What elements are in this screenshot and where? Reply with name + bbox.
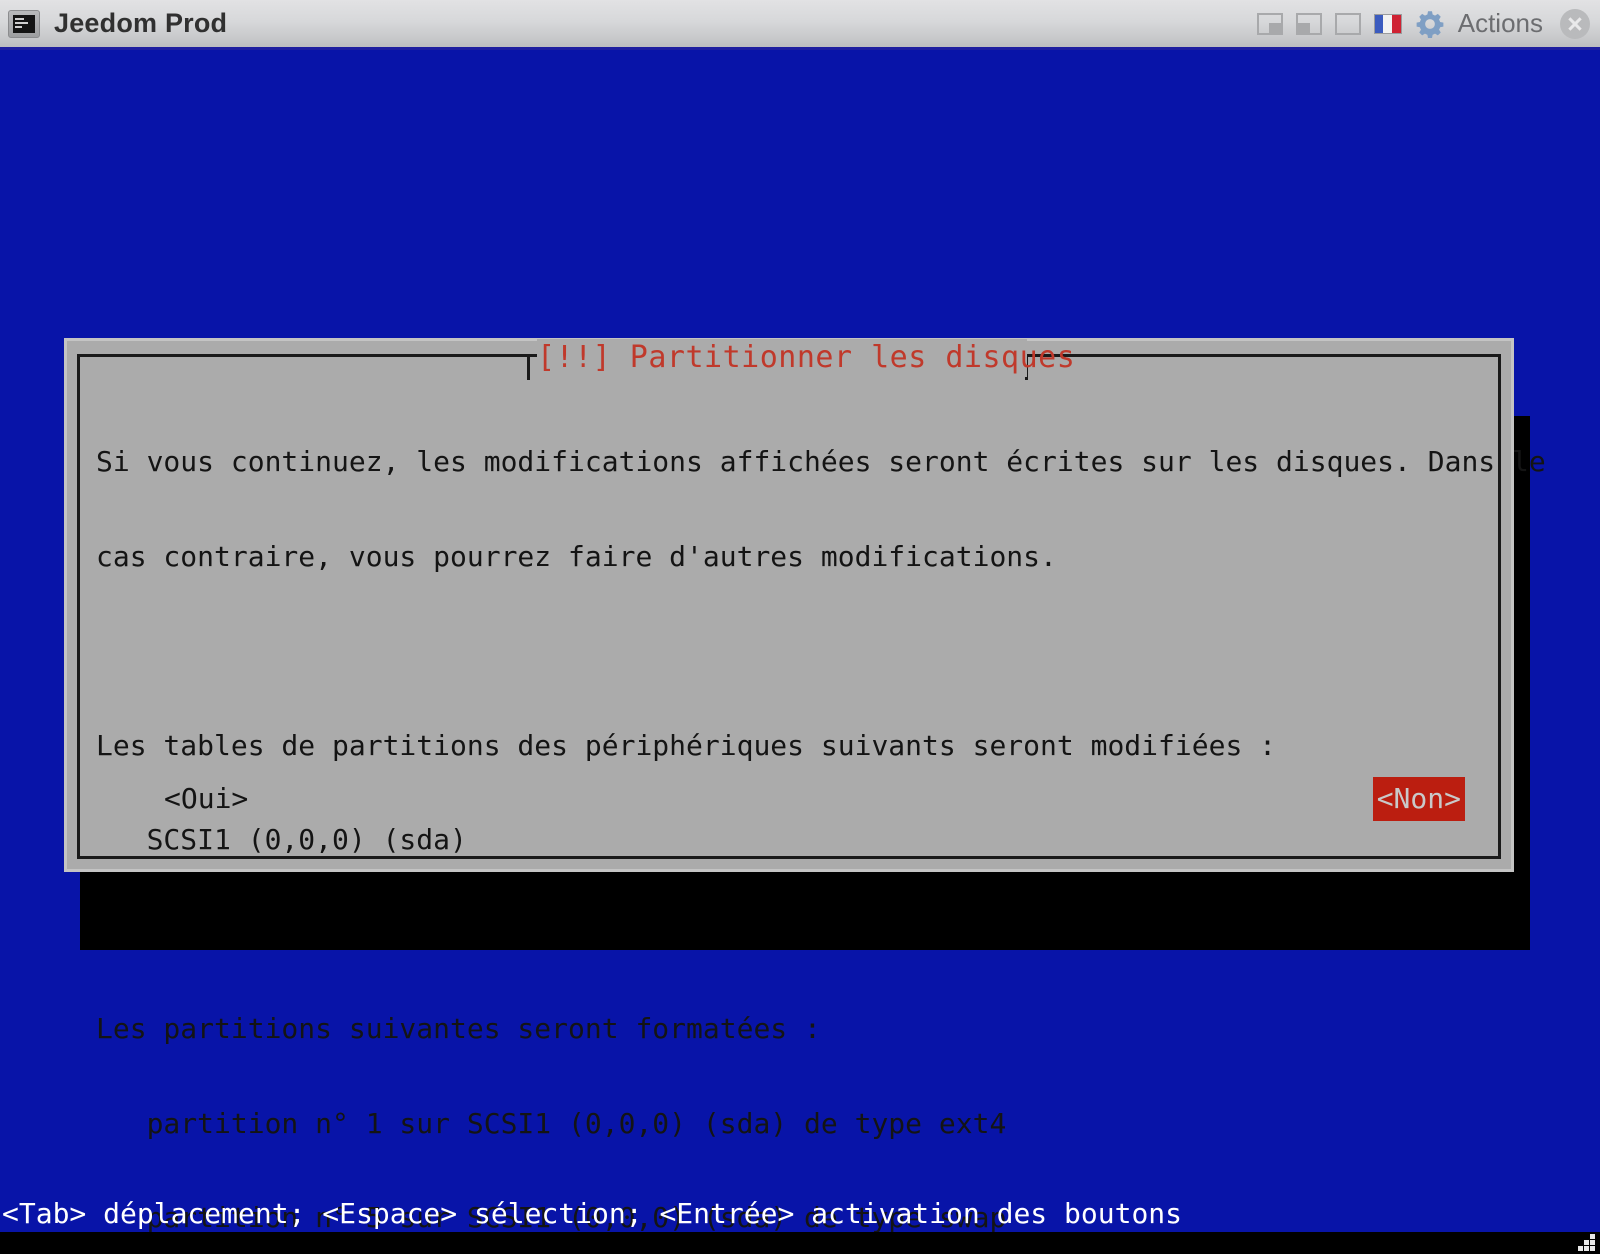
window-title: Jeedom Prod (54, 8, 228, 38)
close-icon[interactable] (1560, 8, 1590, 39)
message-line: Les partitions suivantes seront formatée… (96, 1012, 821, 1045)
remote-console-window: Jeedom Prod Actions [!!] Partitionner le… (0, 0, 1600, 1254)
message-line-blank (96, 635, 1491, 667)
tile-right-icon[interactable] (1256, 12, 1283, 35)
gear-icon[interactable] (1415, 9, 1445, 39)
message-line-partition: partition n° 1 sur SCSI1 (0,0,0) (sda) d… (96, 1106, 1007, 1140)
console-screen: [!!] Partitionner les disques Si vous co… (0, 50, 1600, 1254)
message-line-blank (96, 919, 1491, 951)
bottom-strip (0, 1232, 1600, 1254)
message-line-device: SCSI1 (0,0,0) (sda) (96, 823, 467, 856)
message-line: Si vous continuez, les modifications aff… (96, 445, 1546, 478)
maximize-icon[interactable] (1334, 12, 1361, 35)
no-button[interactable]: <Non> (1372, 777, 1465, 821)
french-flag-icon[interactable] (1373, 13, 1402, 34)
titlebar-controls: Actions (1256, 8, 1590, 39)
window-titlebar: Jeedom Prod Actions (0, 0, 1600, 50)
dialog-title: [!!] Partitionner les disques (537, 339, 1076, 377)
keyboard-help-statusbar: <Tab> déplacement; <Espace> sélection; <… (2, 1197, 1183, 1230)
tile-left-icon[interactable] (1295, 12, 1322, 35)
partition-confirm-dialog: [!!] Partitionner les disques Si vous co… (64, 338, 1546, 1233)
message-line: Les tables de partitions des périphériqu… (96, 728, 1277, 762)
message-line: cas contraire, vous pourrez faire d'autr… (96, 539, 1057, 573)
dialog-button-row: <Oui> <Non> (96, 777, 1487, 821)
yes-button[interactable]: <Oui> (162, 778, 250, 820)
terminal-icon (8, 9, 40, 38)
resize-grip[interactable] (1574, 1230, 1596, 1252)
actions-menu-label[interactable]: Actions (1458, 8, 1543, 39)
